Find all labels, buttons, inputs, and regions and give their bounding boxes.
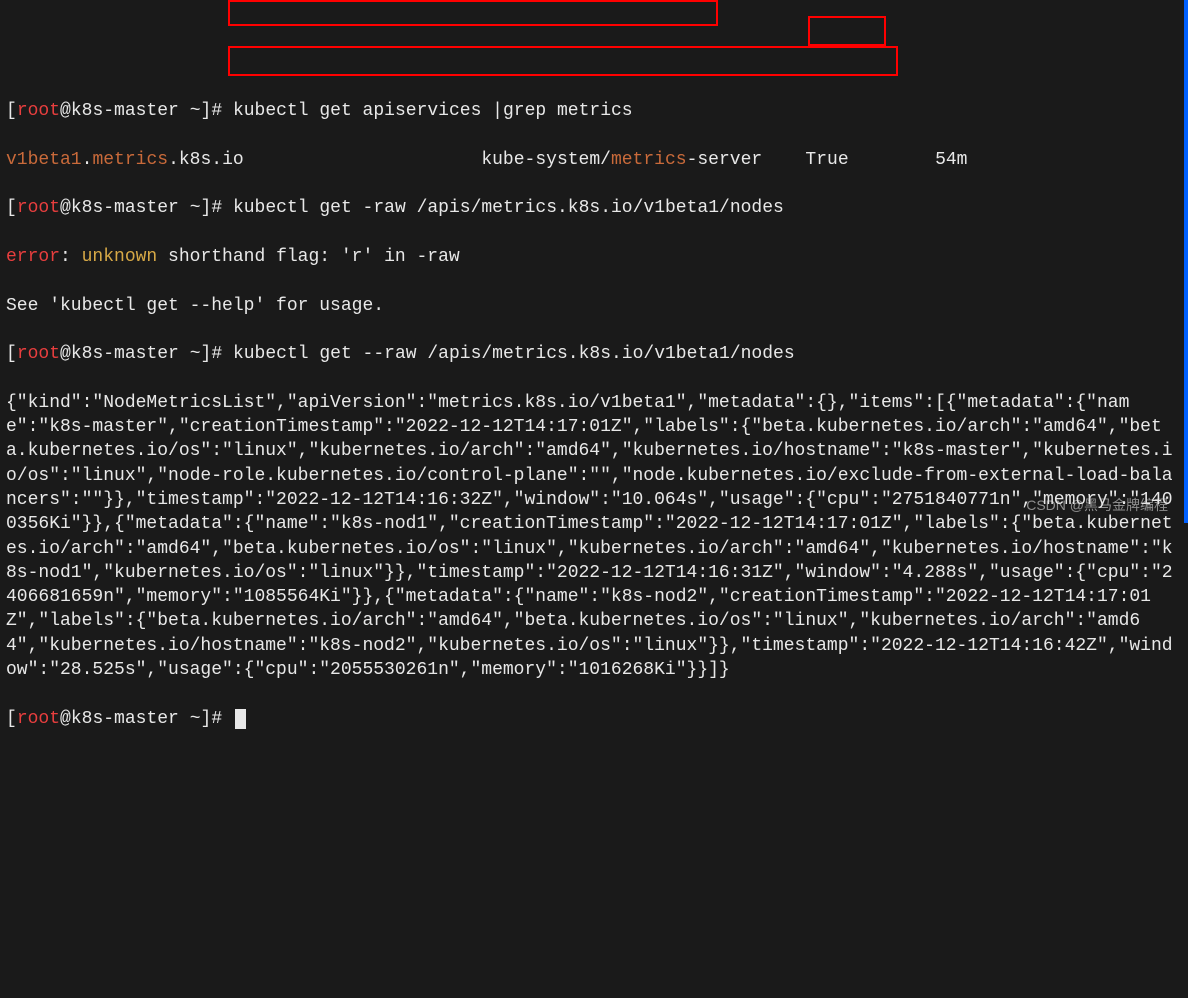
watermark: CSDN @黑马金牌编程 (1026, 496, 1168, 515)
status-true: True (805, 150, 848, 170)
error-label: error (6, 247, 60, 267)
terminal-line-4: [root@k8s-master ~]# (6, 707, 1178, 731)
see-help: See 'kubectl get --help' for usage. (6, 294, 1178, 318)
prompt-host: k8s-master (71, 101, 179, 121)
json-output: {"kind":"NodeMetricsList","apiVersion":"… (6, 391, 1178, 683)
highlight-box-2 (808, 16, 886, 46)
age: 54m (935, 150, 967, 170)
prompt-symbol: # (211, 101, 222, 121)
error-line: error: unknown shorthand flag: 'r' in -r… (6, 245, 1178, 269)
error-unknown: unknown (82, 247, 158, 267)
command-2[interactable]: kubectl get -raw /apis/metrics.k8s.io/v1… (233, 198, 784, 218)
terminal-line-1: [root@k8s-master ~]# kubectl get apiserv… (6, 99, 1178, 123)
metrics-word: metrics (92, 150, 168, 170)
prompt-cwd: ~ (190, 101, 201, 121)
command-1[interactable]: kubectl get apiservices |grep metrics (233, 101, 633, 121)
highlight-box-1 (228, 0, 718, 26)
command-3[interactable]: kubectl get --raw /apis/metrics.k8s.io/v… (233, 344, 795, 364)
prompt-user: root (17, 101, 60, 121)
highlight-box-3 (228, 46, 898, 76)
output-apiservice: v1beta1.metrics.k8s.io kube-system/metri… (6, 148, 1178, 172)
terminal-line-3: [root@k8s-master ~]# kubectl get --raw /… (6, 342, 1178, 366)
api-version: v1beta1 (6, 150, 82, 170)
terminal-line-2: [root@k8s-master ~]# kubectl get -raw /a… (6, 196, 1178, 220)
cursor[interactable] (235, 709, 246, 729)
